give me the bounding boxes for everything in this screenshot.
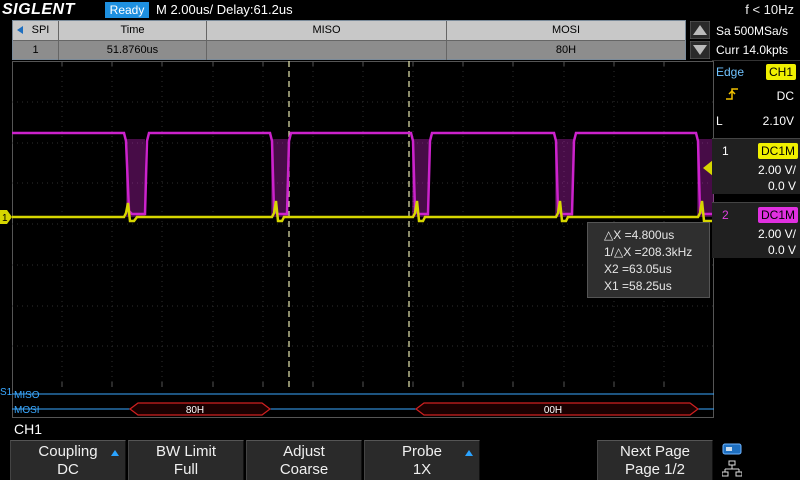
header-time: Time [59, 21, 207, 40]
mosi-frame-2-label: 00H [544, 405, 562, 416]
network-icon [722, 460, 742, 477]
trigger-level: 2.10V [762, 114, 794, 128]
mosi-frame-1-label: 80H [186, 405, 204, 416]
miso-label: MISO [14, 390, 40, 401]
cursor-measurements: △X =4.800us 1/△X =208.3kHz X2 =63.05us X… [587, 222, 710, 298]
frequency-readout: f < 10Hz [745, 2, 794, 17]
ch1-number: 1 [722, 144, 729, 158]
trigger-level-label: L [716, 114, 723, 128]
delta-x-readout: △X =4.800us [604, 228, 675, 242]
decode-table-header: SPI Time MISO MOSI [13, 21, 685, 40]
right-panel: Sa 500MSa/s Curr 14.0kpts Edge CH1 DC L … [712, 20, 800, 438]
x1-readout: X1 =58.25us [604, 279, 672, 293]
run-status-badge: Ready [105, 2, 149, 18]
table-row[interactable]: 1 51.8760us 80H [13, 40, 685, 60]
memory-depth: Curr 14.0kpts [716, 43, 789, 57]
cell-mosi: 80H [555, 44, 577, 56]
menu-title: CH1 [14, 421, 43, 437]
trigger-coupling: DC [776, 89, 794, 103]
cell-miso [207, 41, 447, 60]
ch2-info[interactable]: 2 DC1M 2.00 V/ 0.0 V [712, 202, 800, 258]
up-arrow-icon [465, 450, 473, 456]
ch2-number: 2 [722, 208, 729, 222]
svg-text:1: 1 [2, 213, 8, 224]
ch1-info[interactable]: 1 DC1M 2.00 V/ 0.0 V [712, 138, 800, 194]
cell-time: 51.8760us [59, 41, 207, 60]
coupling-softkey[interactable]: Coupling DC [10, 440, 126, 480]
scroll-down-icon[interactable] [690, 41, 710, 59]
usb-device-icon [722, 443, 742, 455]
probe-softkey[interactable]: Probe 1X [364, 440, 480, 480]
ch2-scale: 2.00 V/ [757, 227, 796, 241]
bw-limit-softkey[interactable]: BW Limit Full [128, 440, 244, 480]
ch1-level-marker[interactable]: 1 [0, 210, 12, 224]
scroll-up-icon[interactable] [690, 21, 710, 39]
bus-marker: S1 [0, 387, 13, 398]
header-miso: MISO [207, 21, 447, 40]
trigger-source-badge[interactable]: CH1 [765, 64, 796, 80]
trigger-type: Edge [716, 65, 745, 79]
status-icons [718, 440, 800, 480]
adjust-softkey[interactable]: Adjust Coarse [246, 440, 362, 480]
table-scroll[interactable] [688, 20, 712, 60]
ch1-offset: 0.0 V [767, 179, 796, 193]
header-spi: SPI [13, 21, 59, 40]
decode-table: SPI Time MISO MOSI 1 51.8760us 80H [12, 20, 686, 60]
status-bar: SIGLENT Ready M 2.00us/ Delay:61.2us f <… [0, 0, 800, 20]
inverse-delta-x-readout: 1/△X =208.3kHz [604, 245, 693, 259]
ch2-coupling-badge: DC1M [757, 207, 798, 223]
cell-index: 1 [13, 41, 59, 60]
brand-logo: SIGLENT [2, 1, 75, 18]
mosi-label: MOSI [14, 405, 40, 416]
rising-edge-icon [726, 88, 738, 100]
timebase-readout: M 2.00us/ Delay:61.2us [156, 2, 293, 17]
next-page-softkey[interactable]: Next Page Page 1/2 [597, 440, 713, 480]
ch2-offset: 0.0 V [767, 243, 796, 257]
left-triangle-icon [17, 26, 23, 34]
x2-readout: X2 =63.05us [604, 262, 672, 276]
ch1-coupling-badge: DC1M [757, 143, 798, 159]
ch1-scale: 2.00 V/ [757, 163, 796, 177]
up-arrow-icon [111, 450, 119, 456]
header-mosi: MOSI [551, 24, 581, 36]
sample-rate: Sa 500MSa/s [716, 24, 789, 38]
